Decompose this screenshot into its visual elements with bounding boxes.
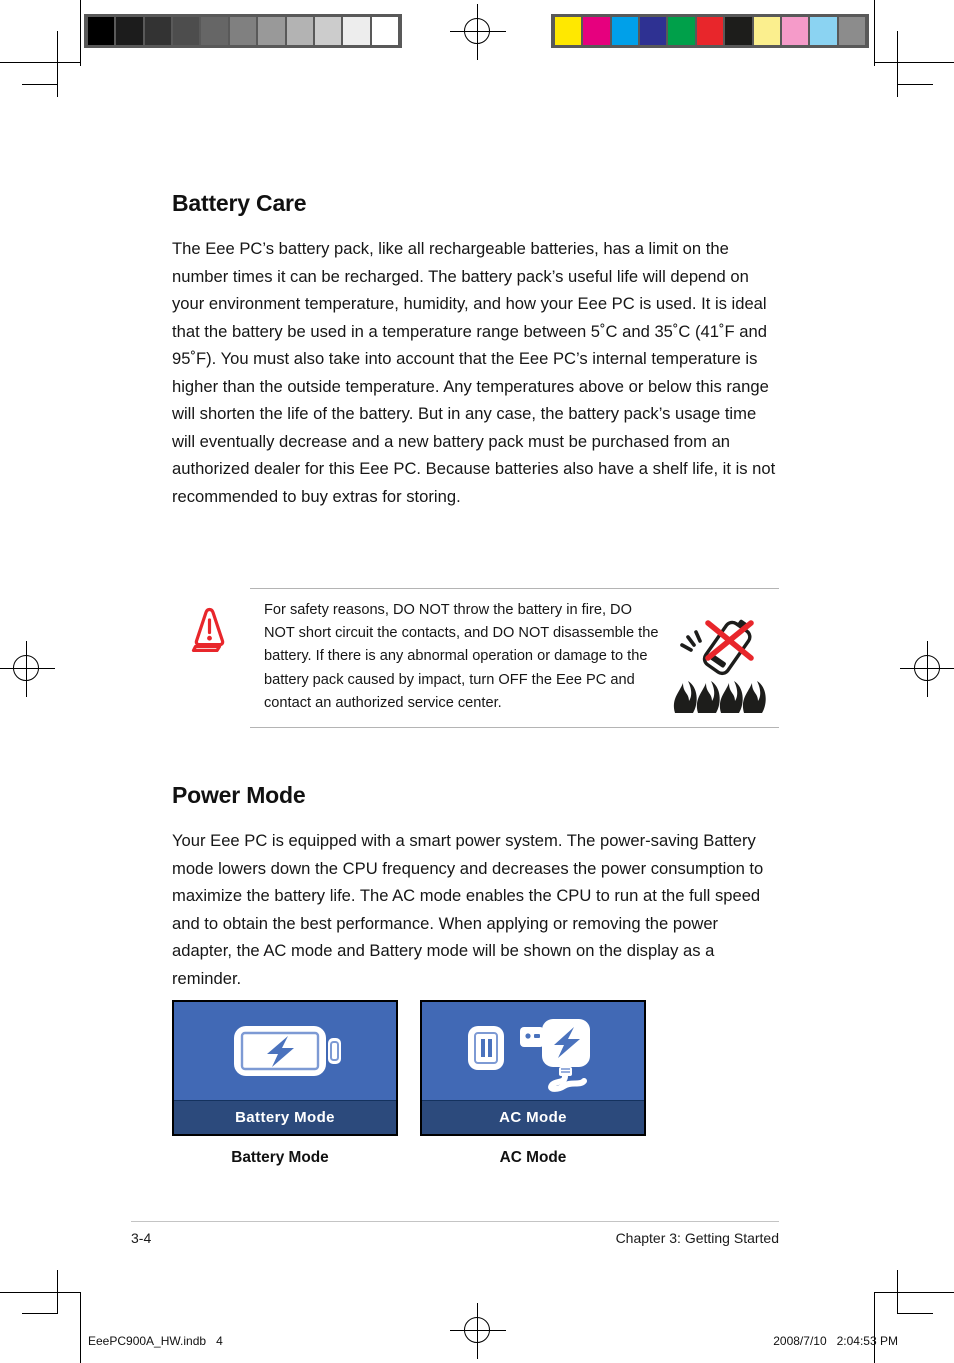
- footer-divider: [131, 1221, 779, 1222]
- battery-mode-panel-label: Battery Mode: [174, 1100, 396, 1134]
- ac-mode-panel: AC Mode: [420, 1000, 646, 1136]
- imposition-filename: EeePC900A_HW.indb 4: [88, 1334, 223, 1348]
- ac-adapter-icon: [422, 1002, 644, 1100]
- section-battery-care: Battery Care The Eee PC’s battery pack, …: [172, 190, 779, 510]
- battery-care-paragraph: The Eee PC’s battery pack, like all rech…: [172, 239, 776, 506]
- document-page: Battery Care The Eee PC’s battery pack, …: [0, 0, 954, 1363]
- footer-chapter-label: Chapter 3: Getting Started: [615, 1230, 779, 1246]
- ac-mode-panel-label: AC Mode: [422, 1100, 644, 1134]
- mode-figures: Battery Mode Battery Mode AC Mode AC Mod…: [172, 1000, 779, 1167]
- warning-note: For safety reasons, DO NOT throw the bat…: [172, 588, 779, 728]
- page-number: 3-4: [131, 1230, 152, 1246]
- battery-charging-icon: [174, 1002, 396, 1100]
- warning-cone-icon: [172, 588, 250, 652]
- page-title: Battery Care: [172, 190, 307, 216]
- power-mode-heading: Power Mode: [172, 782, 306, 808]
- imposition-timestamp: 2008/7/10 2:04:53 PM: [773, 1334, 898, 1348]
- page-footer: 3-4 Chapter 3: Getting Started: [131, 1221, 779, 1246]
- warning-note-text: For safety reasons, DO NOT throw the bat…: [264, 602, 659, 711]
- figure-battery-mode: Battery Mode Battery Mode: [172, 1000, 398, 1167]
- section-power-mode: Power Mode Your Eee PC is equipped with …: [172, 782, 779, 992]
- battery-mode-caption: Battery Mode: [231, 1149, 329, 1166]
- ac-mode-caption: AC Mode: [499, 1149, 567, 1166]
- battery-mode-panel: Battery Mode: [172, 1000, 398, 1136]
- figure-ac-mode: AC Mode AC Mode: [420, 1000, 646, 1167]
- no-battery-in-fire-icon: [665, 613, 775, 717]
- power-mode-paragraph: Your Eee PC is equipped with a smart pow…: [172, 831, 764, 988]
